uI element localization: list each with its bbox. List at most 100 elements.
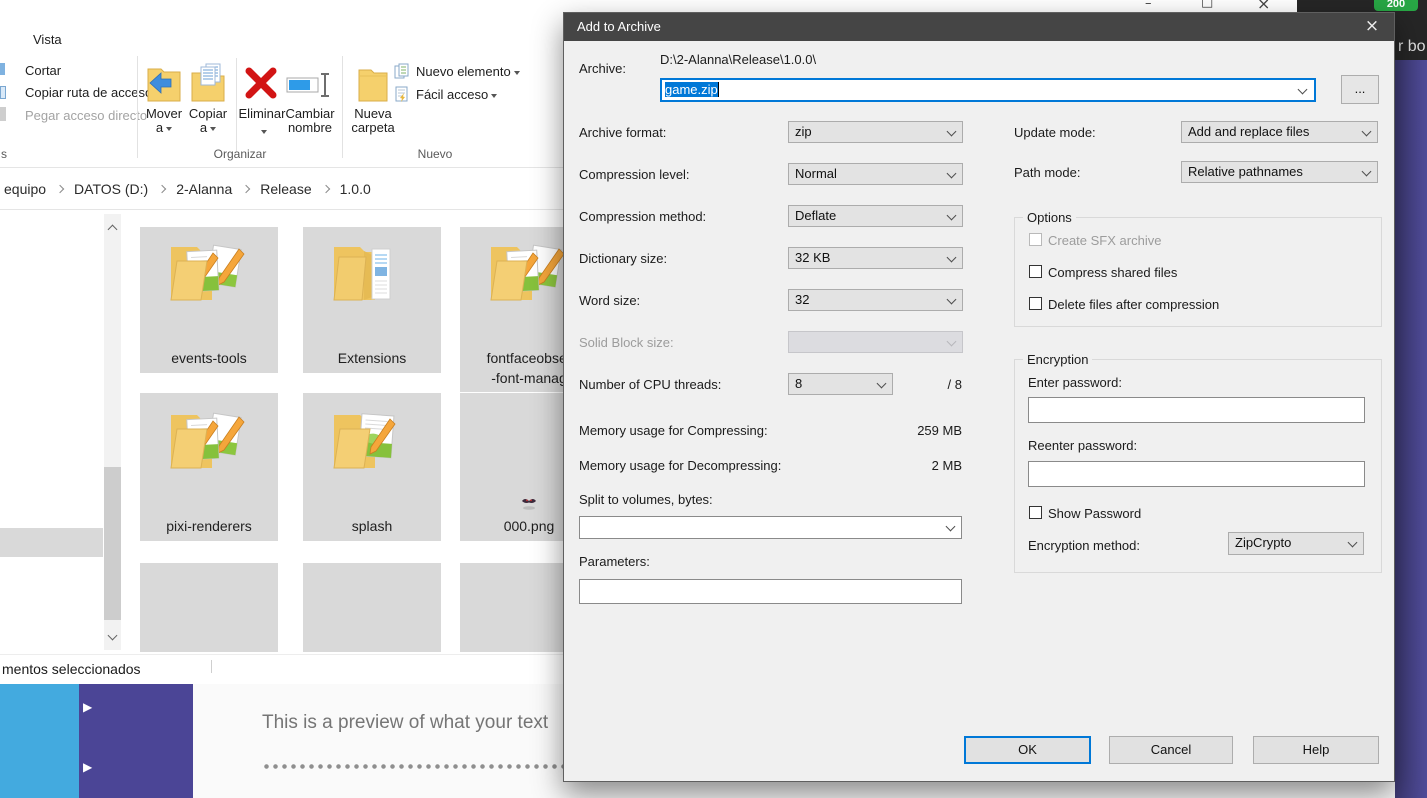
archive-format-select[interactable]: zip	[788, 121, 963, 143]
dialog-title: Add to Archive	[577, 13, 661, 41]
sfx-checkbox	[1029, 233, 1042, 246]
show-password-label: Show Password	[1048, 506, 1141, 521]
tab-vista[interactable]: Vista	[33, 32, 62, 47]
scrollbar-thumb[interactable]	[104, 467, 121, 620]
field-label: Solid Block size:	[579, 335, 674, 350]
split-volumes-label: Split to volumes, bytes:	[579, 492, 713, 507]
compress-shared-label: Compress shared files	[1048, 265, 1177, 280]
delete-after-checkbox[interactable]	[1029, 297, 1042, 310]
background-app-right: r bo	[1395, 13, 1427, 60]
minimize-button[interactable]: –	[1145, 0, 1152, 11]
status-divider	[211, 660, 212, 673]
breadcrumb-item[interactable]: Release	[260, 181, 311, 197]
status-bar: mentos seleccionados	[0, 654, 563, 677]
browse-button[interactable]: ...	[1341, 75, 1379, 104]
text-cursor	[718, 82, 719, 97]
folder-icon	[161, 235, 256, 320]
maximize-button[interactable]: □	[1201, 0, 1213, 10]
word-size-select[interactable]: 32	[788, 289, 963, 311]
scrollbar[interactable]	[104, 214, 121, 650]
cancel-button[interactable]: Cancel	[1109, 736, 1233, 764]
folder-icon	[161, 403, 256, 488]
copy-to-button[interactable]: Copiar	[184, 106, 232, 121]
archive-name-combobox[interactable]: game.zip	[660, 78, 1316, 102]
move-to-button[interactable]: Mover	[140, 106, 188, 121]
scroll-up-icon[interactable]	[108, 225, 118, 235]
image-icon	[520, 495, 538, 514]
file-tile[interactable]: events-tools	[140, 227, 278, 373]
archive-name-value: game.zip	[665, 82, 718, 97]
compress-shared-checkbox[interactable]	[1029, 265, 1042, 278]
split-volumes-combobox[interactable]	[579, 516, 962, 539]
cpu-threads-select[interactable]: 8	[788, 373, 893, 395]
breadcrumb-item[interactable]: equipo	[4, 181, 46, 197]
breadcrumb-item[interactable]: DATOS (D:)	[74, 181, 148, 197]
easy-access-button[interactable]: Fácil acceso	[416, 87, 497, 102]
file-name: events-tools	[140, 350, 278, 366]
chevron-down-icon	[946, 522, 956, 532]
rename-button[interactable]: Cambiar	[284, 106, 336, 121]
reenter-password-input[interactable]	[1028, 461, 1365, 487]
encryption-method-label: Encryption method:	[1028, 538, 1140, 553]
nav-pane-selected-item[interactable]	[0, 528, 103, 557]
arrow-right-icon[interactable]: ▶	[83, 700, 92, 714]
preview-dotted-line	[262, 763, 563, 770]
chevron-down-icon[interactable]	[1298, 85, 1308, 95]
cut-icon	[0, 63, 5, 75]
breadcrumb-item[interactable]: 2-Alanna	[176, 181, 232, 197]
path-mode-label: Path mode:	[1014, 165, 1081, 180]
field-label: Number of CPU threads:	[579, 377, 721, 392]
folder-icon	[324, 403, 419, 488]
path-mode-select[interactable]: Relative pathnames	[1181, 161, 1378, 183]
file-tile[interactable]	[140, 563, 278, 652]
memory-compress-label: Memory usage for Compressing:	[579, 423, 768, 438]
file-tile[interactable]: Extensions	[303, 227, 441, 373]
field-label: Compression method:	[579, 209, 706, 224]
compression-method-select[interactable]: Deflate	[788, 205, 963, 227]
chevron-right-icon	[158, 185, 166, 193]
address-bar[interactable]: equipo DATOS (D:) 2-Alanna Release 1.0.0	[0, 167, 563, 210]
rename-icon	[286, 70, 334, 103]
show-password-checkbox[interactable]	[1029, 506, 1042, 519]
enter-password-label: Enter password:	[1028, 375, 1122, 390]
chevron-down-icon	[491, 94, 497, 98]
archive-path: D:\2-Alanna\Release\1.0.0\	[660, 52, 816, 67]
help-button[interactable]: Help	[1253, 736, 1379, 764]
paste-shortcut-button[interactable]: Pegar acceso directo	[25, 108, 147, 123]
banner-blue-block	[0, 684, 79, 798]
folder-icon	[324, 235, 419, 320]
breadcrumb-item[interactable]: 1.0.0	[340, 181, 371, 197]
close-icon[interactable]: ×	[1356, 13, 1388, 41]
move-to-icon	[145, 62, 183, 107]
copy-path-button[interactable]: Copiar ruta de acceso	[25, 85, 152, 100]
compression-level-select[interactable]: Normal	[788, 163, 963, 185]
background-purple-strip	[1395, 60, 1427, 798]
cut-button[interactable]: Cortar	[25, 63, 61, 78]
new-folder-button[interactable]: Nueva	[346, 106, 400, 121]
copy-to-dropdown[interactable]: a	[184, 120, 232, 135]
chevron-down-icon	[210, 127, 216, 131]
arrow-right-icon[interactable]: ▶	[83, 760, 92, 774]
enter-password-input[interactable]	[1028, 397, 1365, 423]
file-tile[interactable]: pixi-renderers	[140, 393, 278, 541]
parameters-input[interactable]	[579, 579, 962, 604]
encryption-method-select[interactable]: ZipCrypto	[1228, 532, 1364, 555]
file-tile[interactable]	[303, 563, 441, 652]
move-to-dropdown[interactable]: a	[140, 120, 188, 135]
chevron-down-icon	[261, 130, 267, 134]
chevron-down-icon	[947, 337, 957, 347]
chevron-down-icon	[166, 127, 172, 131]
easy-access-icon	[394, 86, 410, 105]
new-item-button[interactable]: Nuevo elemento	[416, 64, 520, 79]
dictionary-size-select[interactable]: 32 KB	[788, 247, 963, 269]
status-badge: 200	[1374, 0, 1418, 11]
ok-button[interactable]: OK	[964, 736, 1091, 764]
delete-dropdown[interactable]	[236, 123, 288, 138]
status-text: mentos seleccionados	[2, 661, 141, 677]
delete-button[interactable]: Eliminar	[236, 106, 288, 121]
scroll-down-icon[interactable]	[108, 631, 118, 641]
dialog-titlebar[interactable]: Add to Archive ×	[564, 13, 1394, 41]
update-mode-select[interactable]: Add and replace files	[1181, 121, 1378, 143]
file-tile[interactable]: splash	[303, 393, 441, 541]
parameters-label: Parameters:	[579, 554, 650, 569]
